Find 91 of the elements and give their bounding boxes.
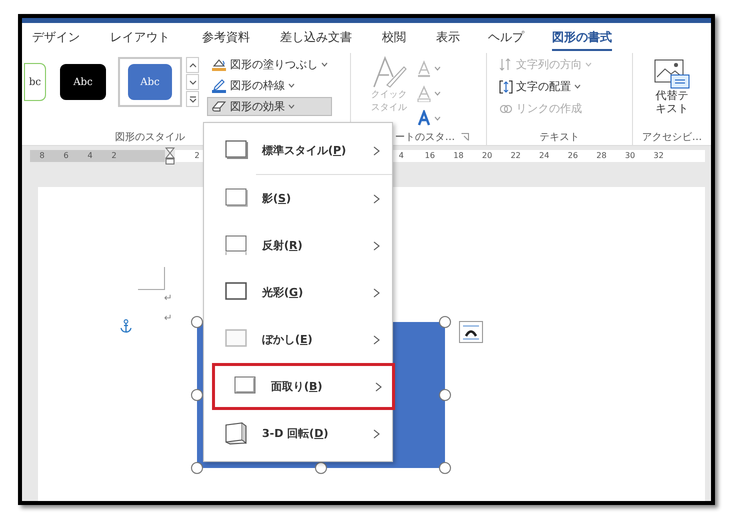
more-button[interactable] [186, 91, 199, 107]
menu-button[interactable]: 図形の塗りつぶし [207, 55, 332, 74]
menu-item[interactable]: 面取り(B) [212, 363, 395, 410]
ribbon-tab[interactable]: 参考資料 [202, 26, 250, 50]
ruler-number: 2 [193, 151, 201, 160]
group-label: テキスト [538, 130, 580, 144]
text-outline-icon [417, 84, 431, 102]
caret-icon [434, 90, 441, 96]
scroll-down-button[interactable] [186, 74, 199, 90]
style-preset[interactable]: Abc [58, 62, 108, 102]
chevron-right-icon [373, 240, 380, 250]
resize-handle[interactable] [191, 462, 203, 474]
group-label: 図形のスタイル [114, 130, 186, 144]
align-text-icon [499, 80, 513, 94]
chevron-icon [188, 78, 196, 86]
menu-button[interactable]: 図形の効果 [207, 97, 332, 116]
chevron-right-icon [375, 382, 382, 392]
ribbon-tab[interactable]: 差し込み文書 [280, 26, 352, 50]
ruler-number: 4 [398, 151, 405, 160]
caret-icon [574, 84, 581, 89]
menu-item[interactable]: 反射(R) [204, 222, 392, 269]
letter-brush-icon [371, 55, 407, 89]
ribbon-tab[interactable]: デザイン [32, 26, 80, 50]
ribbon-tab[interactable]: レイアウト [110, 26, 170, 50]
alt-text-button[interactable]: 代替テ キスト [652, 57, 692, 117]
ruler-number: 32 [652, 151, 665, 160]
caret-icon [434, 116, 441, 120]
text-effects-icon [417, 110, 431, 126]
resize-handle[interactable] [439, 389, 451, 401]
menu-item[interactable]: 3-D 回転(D) [204, 410, 392, 457]
resize-handle[interactable] [191, 389, 203, 401]
style-preset[interactable]: Abc [118, 57, 182, 107]
eraser-icon [211, 98, 227, 114]
ruler-number: 4 [86, 151, 94, 160]
ruler-number: 26 [566, 151, 579, 160]
caret-icon [321, 62, 328, 67]
ribbon-tab[interactable]: 図形の書式 [552, 26, 612, 50]
ruler-number: 16 [424, 151, 436, 160]
ruler-number: 24 [538, 151, 550, 160]
ruler-number: 6 [62, 151, 70, 160]
ribbon-tab[interactable]: 表示 [436, 26, 460, 50]
group-label: ートのスタ… [395, 131, 455, 144]
group-label: アクセシビ… [641, 130, 703, 144]
margin-mark [138, 267, 165, 290]
chevron-right-icon [373, 146, 380, 156]
cube-icon [224, 422, 248, 445]
pencil-icon [211, 78, 227, 94]
square-icon [224, 187, 248, 210]
ribbon-tab[interactable]: ヘルプ [488, 26, 524, 50]
menu-button[interactable]: 図形の枠線 [207, 76, 332, 95]
paint-bucket-icon [211, 56, 227, 72]
ruler-number: 28 [595, 151, 608, 160]
paragraph-mark: ↵ [164, 293, 172, 304]
resize-handle[interactable] [439, 462, 451, 474]
square-icon [224, 234, 248, 257]
chevron-right-icon [373, 288, 380, 298]
resize-handle[interactable] [315, 462, 327, 474]
resize-handle[interactable] [439, 316, 451, 328]
ruler-number: 22 [510, 151, 522, 160]
menu-item[interactable]: 光彩(G) [204, 269, 392, 316]
style-preset[interactable]: bc [22, 61, 48, 103]
ruler-number: 20 [480, 151, 494, 160]
resize-handle[interactable] [191, 316, 203, 328]
ruler-number: 8 [38, 151, 46, 160]
chevron-icon [188, 62, 196, 68]
caret-icon [585, 62, 592, 67]
image-icon [654, 59, 690, 89]
menu-item[interactable]: ぼかし(E) [204, 316, 392, 363]
ruler-number: 18 [452, 151, 465, 160]
chevron-right-icon [373, 334, 380, 344]
caret-icon [434, 66, 441, 70]
ruler-number: 2 [110, 151, 118, 160]
caret-icon [288, 83, 295, 88]
paragraph-mark: ↵ [164, 313, 172, 324]
square-icon [224, 139, 248, 162]
caret-icon [288, 104, 295, 109]
chevron-right-icon [373, 428, 380, 438]
layout-options-icon[interactable] [459, 321, 483, 343]
dialog-launcher-icon[interactable] [461, 133, 469, 141]
chevron-right-icon [373, 194, 380, 204]
menu-button[interactable]: 文字の配置 [495, 77, 596, 96]
menu-item[interactable]: 標準スタイル(P) [204, 127, 392, 174]
anchor-icon [120, 319, 132, 333]
text-fill-icon [417, 60, 431, 76]
scroll-up-button[interactable] [186, 57, 199, 73]
menu-item[interactable]: 影(S) [204, 175, 392, 222]
ruler-number: 30 [624, 151, 636, 160]
indent-marker-icon[interactable] [165, 146, 175, 164]
text-direction-icon [499, 58, 513, 72]
chevron-icon [188, 96, 196, 102]
ribbon-tab[interactable]: 校閲 [382, 26, 406, 50]
